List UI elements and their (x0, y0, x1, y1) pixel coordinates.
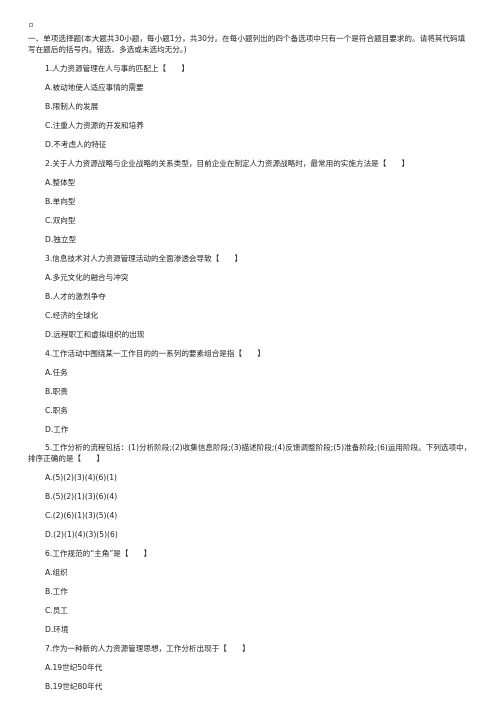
option-d: D.不考虑人的特征 (45, 140, 107, 149)
option-d: D.工作 (45, 425, 69, 434)
option-d: D.(2)(1)(4)(3)(5)(6) (45, 530, 118, 539)
option-a: A.整体型 (45, 178, 76, 187)
option-b: B.19世纪80年代 (45, 682, 103, 691)
question-stem: 6.工作规范的“主角”是【 】 (45, 549, 152, 558)
option-c: C.注重人力资源的开发和培养 (45, 121, 144, 130)
question-stem: 1.人力资源管理在人与事的匹配上【 】 (45, 64, 189, 73)
option-c: C.(2)(6)(1)(3)(5)(4) (45, 511, 118, 520)
option-c: C.职务 (45, 406, 68, 415)
option-b: B.(5)(2)(1)(3)(6)(4) (45, 492, 118, 501)
option-c: C.经济的全球化 (45, 311, 99, 320)
question-stem: 2.关于人力资源战略与企业战略的关系类型，目前企业在制定人力资源战略时，最常用的… (45, 159, 410, 168)
option-c: C.员工 (45, 606, 68, 615)
question-stem: 4.工作活动中围绕某一工作目的的一系列的要素组合是指【 】 (45, 349, 265, 358)
paragraph-marker-icon (29, 23, 33, 27)
option-b: B.人才的激烈争夺 (45, 292, 106, 301)
option-a: A.任务 (45, 368, 68, 377)
section-instructions: 一、单项选择题(本大题共30小题，每小题1分，共30分。在每小题列出的四个备选项… (28, 34, 466, 54)
option-d: D.远程职工和虚拟组织的出现 (45, 330, 145, 339)
option-a: A.被动地使人适应事情的需要 (45, 83, 144, 92)
option-a: A.多元文化的融合与冲突 (45, 273, 129, 282)
option-a: A.组织 (45, 568, 68, 577)
option-a: A.(5)(2)(3)(4)(6)(1) (45, 473, 118, 482)
option-d: D.环境 (45, 625, 69, 634)
option-b: B.限制人的发展 (45, 102, 99, 111)
option-c: C.双向型 (45, 216, 76, 225)
question-stem: 7.作为一种新的人力资源管理思想，工作分析出现于【 】 (45, 644, 250, 653)
question-stem: 5.工作分析的流程包括：(1)分析阶段;(2)收集信息阶段;(3)描述阶段;(4… (28, 443, 472, 463)
option-b: B.工作 (45, 587, 68, 596)
option-b: B.单向型 (45, 197, 76, 206)
option-b: B.职责 (45, 387, 68, 396)
option-d: D.独立型 (45, 235, 77, 244)
option-a: A.19世纪50年代 (45, 663, 103, 672)
question-stem: 3.信息技术对人力资源管理活动的全面渗透会导致【 】 (45, 254, 243, 263)
